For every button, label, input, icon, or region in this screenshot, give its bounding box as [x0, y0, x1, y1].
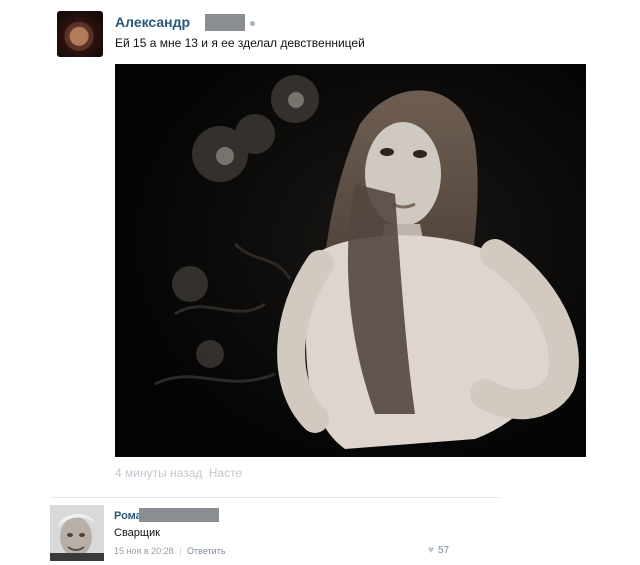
avatar-illustration — [50, 505, 104, 561]
photo-illustration — [115, 64, 586, 457]
online-dot-icon — [250, 21, 255, 26]
post-author-name[interactable]: Александр — [115, 14, 190, 30]
redacted-surname — [205, 14, 245, 31]
redacted-comment-surname — [139, 508, 219, 522]
comment-author-name[interactable]: Рома — [114, 510, 142, 522]
comment-date[interactable]: 15 ноя в 20:28 — [114, 546, 174, 556]
heart-icon: ♥ — [428, 545, 434, 556]
post-meta: 4 минуты назад Насте — [115, 466, 245, 480]
comment-text: Сварщик — [114, 527, 160, 539]
post-author-avatar[interactable] — [57, 11, 103, 57]
post-time[interactable]: 4 минуты назад — [115, 466, 202, 480]
comment-author-avatar[interactable] — [50, 505, 104, 561]
like-button[interactable]: ♥ 57 — [428, 545, 449, 556]
post-mention[interactable]: Насте — [209, 466, 242, 480]
comment-separator: | — [179, 546, 182, 556]
comment-meta: 15 ноя в 20:28 | Ответить — [114, 546, 226, 556]
post-text: Ей 15 а мне 13 и я ее зделал девственниц… — [115, 36, 365, 50]
reply-link[interactable]: Ответить — [187, 546, 225, 556]
like-count: 57 — [437, 545, 450, 556]
post-photo[interactable] — [115, 64, 586, 457]
